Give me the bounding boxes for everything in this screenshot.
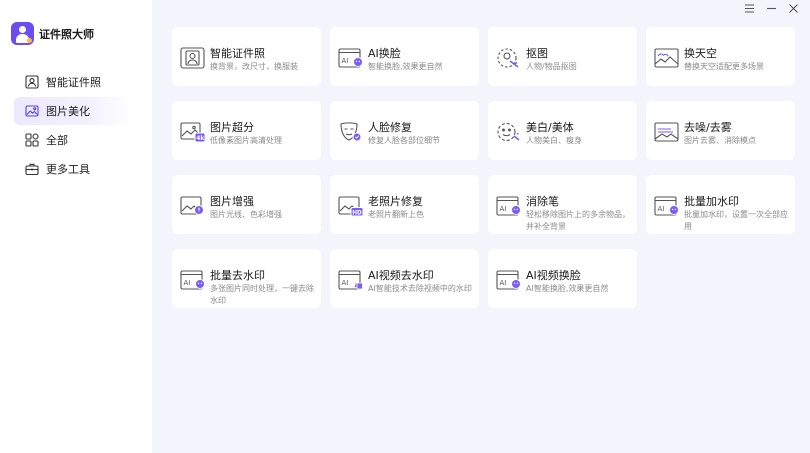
tool-description: 轻松移除图片上的多余物品，并补全背景 [526, 210, 630, 231]
tool-title: 老照片修复 [368, 195, 423, 208]
tool-description: 图片光线、色彩增强 [210, 210, 282, 219]
menu-button[interactable] [738, 1, 760, 15]
image-enhance-icon [180, 195, 205, 217]
tool-description: 人物美白、瘦身 [526, 136, 582, 145]
tool-card-batch-watermark[interactable]: AI 批量加水印 批量加水印，设置一次全部应用 [646, 175, 795, 234]
tool-description: 老照片翻新上色 [368, 210, 424, 219]
tool-description: AI智能技术去除视频中的水印 [368, 284, 472, 293]
tool-title: AI视频换脸 [526, 269, 581, 282]
ai-face-swap-icon: AI [338, 47, 363, 69]
grid-icon [25, 133, 39, 147]
image-beautify-icon [25, 104, 39, 118]
tool-description: 修复人脸各部位细节 [368, 136, 440, 145]
tool-card-image-enhance[interactable]: 图片增强 图片光线、色彩增强 [172, 175, 321, 234]
sidebar: 证件照大师 智能证件照 图片美化 全部 更多工具 [0, 0, 152, 453]
video-face-swap-icon: AI [496, 269, 521, 291]
sidebar-item-label: 智能证件照 [46, 76, 101, 89]
sidebar-item-label: 图片美化 [46, 105, 90, 118]
svg-text:AI: AI [184, 279, 191, 287]
tool-title: 消除笔 [526, 195, 559, 208]
app-logo-icon [11, 22, 34, 45]
eraser-icon: AI [496, 195, 521, 217]
whiten-slim-icon [496, 121, 521, 143]
id-photo-icon [25, 75, 39, 89]
menu-icon [744, 3, 754, 13]
svg-text:AI: AI [658, 205, 665, 213]
tool-card-whiten-slim[interactable]: 美白/美体 人物美白、瘦身 [488, 101, 637, 160]
tool-description: 批量加水印，设置一次全部应用 [684, 210, 788, 231]
svg-text:4k: 4k [196, 135, 205, 142]
tool-card-smart-id-photo[interactable]: 智能证件照 换背景，改尺寸，换服装 [172, 27, 321, 86]
tool-card-cutout[interactable]: 抠图 人物/物品抠图 [488, 27, 637, 86]
tool-card-batch-remove-watermark[interactable]: AI 批量去水印 多张图片同时处理，一键去除水印 [172, 249, 321, 308]
batch-remove-watermark-icon: AI [180, 269, 205, 291]
tool-title: 抠图 [526, 47, 548, 60]
close-icon [788, 3, 798, 13]
tool-title: 批量去水印 [210, 269, 265, 282]
tool-card-video-remove-watermark[interactable]: AI AI视频去水印 AI智能技术去除视频中的水印 [330, 249, 479, 308]
minimize-icon [766, 7, 776, 9]
sidebar-item-image-beautify[interactable]: 图片美化 [14, 97, 134, 125]
sky-replace-icon [654, 47, 679, 69]
tool-title: AI视频去水印 [368, 269, 434, 282]
tool-description: 智能换脸,效果更自然 [368, 62, 443, 71]
tool-card-sky-replace[interactable]: 换天空 替换天空适配更多场景 [646, 27, 795, 86]
tool-description: AI智能换脸,效果更自然 [526, 284, 609, 293]
video-remove-watermark-icon: AI [338, 269, 363, 291]
svg-text:AI: AI [500, 279, 507, 287]
tool-title: 去噪/去雾 [684, 121, 732, 134]
svg-text:AI: AI [342, 57, 349, 65]
tool-title: 图片增强 [210, 195, 254, 208]
tool-card-super-resolution[interactable]: 4k 图片超分 低像素图片高清处理 [172, 101, 321, 160]
tool-title: 换天空 [684, 47, 717, 60]
super-resolution-icon: 4k [180, 121, 206, 143]
app-brand: 证件照大师 [11, 22, 94, 45]
tool-description: 低像素图片高清处理 [210, 136, 282, 145]
svg-text:AI: AI [342, 279, 349, 287]
svg-text:AI: AI [500, 205, 507, 213]
tool-card-ai-face-swap[interactable]: AI AI换脸 智能换脸,效果更自然 [330, 27, 479, 86]
toolbox-icon [25, 162, 39, 176]
tool-card-eraser[interactable]: AI 消除笔 轻松移除图片上的多余物品，并补全背景 [488, 175, 637, 234]
sidebar-item-all[interactable]: 全部 [0, 126, 152, 154]
tool-title: 人脸修复 [368, 121, 412, 134]
sidebar-item-label: 更多工具 [46, 163, 90, 176]
face-repair-icon [338, 121, 363, 143]
id-photo-icon [180, 47, 205, 69]
tool-description: 换背景，改尺寸，换服装 [210, 62, 298, 71]
batch-watermark-icon: AI [654, 195, 679, 217]
tool-title: 智能证件照 [210, 47, 265, 60]
old-photo-hd-icon: HD [338, 195, 364, 217]
tool-card-face-repair[interactable]: 人脸修复 修复人脸各部位细节 [330, 101, 479, 160]
tool-card-video-face-swap[interactable]: AI AI视频换脸 AI智能换脸,效果更自然 [488, 249, 637, 308]
tool-title: 美白/美体 [526, 121, 574, 134]
tool-description: 替换天空适配更多场景 [684, 62, 764, 71]
app-name: 证件照大师 [39, 27, 94, 41]
tool-description: 多张图片同时处理，一键去除水印 [210, 284, 314, 305]
sidebar-item-smart-id-photo[interactable]: 智能证件照 [0, 68, 152, 96]
tool-description: 图片去雾、消除模点 [684, 136, 756, 145]
tool-title: AI换脸 [368, 47, 401, 60]
tool-title: 批量加水印 [684, 195, 739, 208]
tool-description: 人物/物品抠图 [526, 62, 577, 71]
denoise-icon [654, 121, 679, 143]
window-controls [738, 1, 804, 15]
svg-text:HD: HD [352, 210, 362, 216]
cutout-icon [496, 47, 521, 69]
sidebar-nav: 智能证件照 图片美化 全部 更多工具 [0, 68, 152, 184]
tool-card-old-photo-repair[interactable]: HD 老照片修复 老照片翻新上色 [330, 175, 479, 234]
sidebar-item-more-tools[interactable]: 更多工具 [0, 155, 152, 183]
tool-card-denoise[interactable]: 去噪/去雾 图片去雾、消除模点 [646, 101, 795, 160]
tool-grid: 智能证件照 换背景，改尺寸，换服装 AI AI换脸 智能换脸,效果更自然 抠图 … [172, 27, 795, 308]
close-button[interactable] [782, 1, 804, 15]
minimize-button[interactable] [760, 1, 782, 15]
sidebar-item-label: 全部 [46, 134, 68, 147]
tool-title: 图片超分 [210, 121, 254, 134]
